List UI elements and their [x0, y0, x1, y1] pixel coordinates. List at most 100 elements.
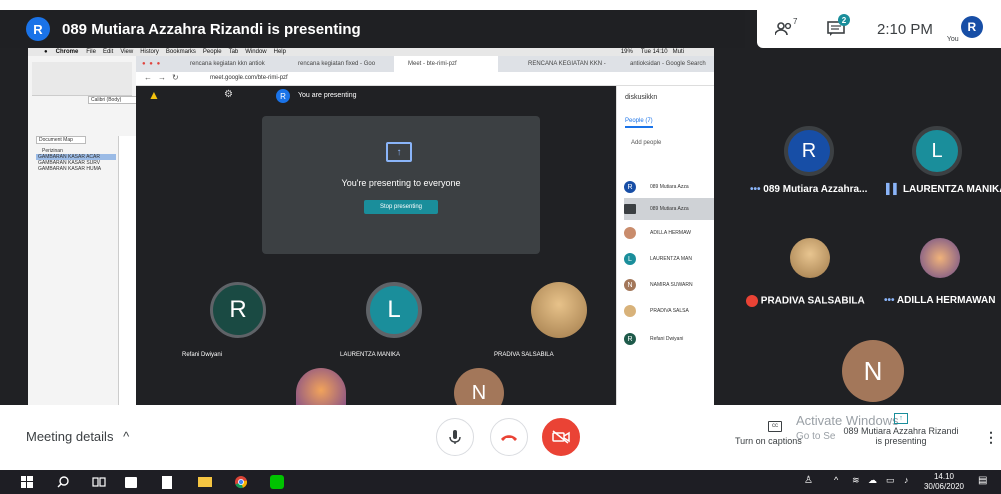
menu-item[interactable]: People: [203, 49, 222, 55]
forward-icon[interactable]: →: [158, 73, 166, 82]
presenter-name: 089 Mutiara Azzahra Rizandi: [843, 426, 959, 436]
inner-tile-photo: [531, 282, 587, 338]
doc-map-item[interactable]: GAMBARAN KASAR HUMA: [36, 166, 116, 172]
inner-presenting-avatar: R: [276, 89, 290, 103]
windows-start-icon[interactable]: [18, 473, 36, 491]
battery-status: 19%: [620, 49, 633, 55]
self-avatar-wrap[interactable]: R You: [947, 12, 993, 46]
apple-icon: ●: [44, 49, 48, 55]
mic-button[interactable]: [436, 418, 474, 456]
people-row-screen-icon: [624, 204, 636, 214]
chrome-icon[interactable]: [232, 473, 250, 491]
tile-name: PRADIVA SALSABILA: [746, 295, 865, 307]
menu-item[interactable]: Chrome: [56, 49, 79, 55]
windows-taskbar: ♙ ^ ≋ ☁ ▭ ♪ 14.10 30/06/2020 ▤: [0, 470, 1001, 494]
cloud-icon[interactable]: ☁: [868, 475, 877, 486]
camera-button[interactable]: [542, 418, 580, 456]
chat-badge: 2: [838, 14, 850, 26]
people-tab[interactable]: People (7): [625, 118, 653, 128]
volume-icon[interactable]: ♪: [904, 475, 909, 485]
people-list-row[interactable]: L LAURENTZA MAN: [624, 248, 714, 270]
people-row-name: 089 Mutiara Azza: [650, 184, 689, 190]
mac-menubar: ● Chrome File Edit View History Bookmark…: [28, 48, 714, 56]
tile-avatar: L: [912, 126, 962, 176]
back-icon[interactable]: ←: [144, 73, 152, 82]
inner-meet-strip: ▲ ⚙ R You are presenting: [136, 86, 616, 106]
presenter-status[interactable]: ↑ 089 Mutiara Azzahra Rizandi is present…: [836, 413, 966, 446]
chevron-up-icon: ^: [123, 429, 130, 444]
more-options-icon[interactable]: ⋮: [984, 429, 998, 446]
font-selector[interactable]: Calibri (Body): [88, 96, 138, 104]
presenting-message: You're presenting to everyone: [341, 178, 461, 188]
store-icon[interactable]: [122, 473, 140, 491]
menu-item[interactable]: Window: [245, 49, 266, 55]
more-dots-icon[interactable]: •••: [884, 295, 897, 306]
more-dots-icon[interactable]: •••: [750, 184, 763, 195]
people-list-row[interactable]: ADILLA HERMAW: [624, 222, 714, 244]
people-list-row[interactable]: R Refani Dwiyani: [624, 328, 714, 350]
menu-item[interactable]: View: [120, 49, 133, 55]
network-icon[interactable]: ≋: [852, 475, 860, 486]
add-people-button[interactable]: Add people: [631, 140, 661, 146]
menu-item[interactable]: Help: [274, 49, 286, 55]
browser-tab[interactable]: rencana kegiatan fixed - Goo: [284, 56, 390, 72]
panel-title: diskusikkn: [625, 94, 658, 101]
menu-item[interactable]: Edit: [103, 49, 113, 55]
address-bar-row: ← → ↻ meet.google.com/bte-rimi-pzf: [136, 72, 714, 86]
battery-icon[interactable]: ▭: [886, 475, 895, 486]
menu-item[interactable]: Bookmarks: [166, 49, 196, 55]
browser-tab-active[interactable]: Meet - bte-rimi-pzf: [394, 56, 498, 72]
file-explorer-icon[interactable]: [196, 473, 214, 491]
notifications-icon[interactable]: ▤: [978, 475, 987, 486]
present-icon: ↑: [894, 413, 908, 424]
thumbs-up-icon: ▲: [148, 88, 160, 102]
hang-up-icon: [501, 435, 517, 441]
browser-tab[interactable]: RENCANA KEGIATAN KKN -: [514, 56, 614, 72]
traffic-lights: ● ● ●: [142, 61, 162, 67]
tile-photo: [790, 238, 830, 278]
stop-presenting-button[interactable]: Stop presenting: [364, 200, 438, 214]
shared-screen: ● Chrome File Edit View History Bookmark…: [28, 48, 714, 405]
mac-clock: Tue 14:10: [640, 49, 668, 55]
people-list-row[interactable]: N NAMIRA SUWARN: [624, 274, 714, 296]
presenter-status-label: is presenting: [875, 436, 927, 446]
menu-item[interactable]: Tab: [229, 49, 239, 55]
url-input[interactable]: meet.google.com/bte-rimi-pzf: [210, 75, 288, 81]
people-tray-icon[interactable]: ♙: [804, 475, 813, 486]
tile-name: ••• ADILLA HERMAWAN: [884, 295, 996, 306]
menu-item[interactable]: History: [140, 49, 159, 55]
line-app-icon[interactable]: [268, 473, 286, 491]
tray-chevron-icon[interactable]: ^: [834, 475, 838, 485]
people-row-avatar: N: [624, 279, 636, 291]
people-panel: diskusikkn People (7) Add people: [616, 86, 714, 405]
tile-name: ▌▌ LAURENTZA MANIKA: [886, 184, 1001, 195]
gear-icon[interactable]: ⚙: [224, 89, 233, 100]
people-list-row[interactable]: R 089 Mutiara Azza: [624, 176, 714, 198]
inner-tile-avatar: L: [366, 282, 422, 338]
search-icon[interactable]: [54, 473, 72, 491]
people-button[interactable]: 7: [775, 17, 801, 41]
mic-muted-icon: [746, 295, 758, 307]
doc-map-selector[interactable]: Document Map: [36, 136, 86, 144]
file-icon[interactable]: [158, 473, 176, 491]
meeting-details-button[interactable]: Meeting details ^: [26, 429, 129, 444]
chat-button[interactable]: 2: [827, 14, 853, 41]
present-screen-icon: ↑: [386, 142, 412, 162]
leave-call-button[interactable]: [490, 418, 528, 456]
people-row-name: LAURENTZA MAN: [650, 256, 692, 262]
browser-tab[interactable]: rencana kegiatan kkn antiok: [176, 56, 280, 72]
people-row-name: PRADIVA SALSA: [650, 308, 689, 314]
tile-avatar: N: [842, 340, 904, 402]
browser-tab[interactable]: antioksidan - Google Search: [616, 56, 714, 72]
presenter-title: 089 Mutiara Azzahra Rizandi is presentin…: [62, 20, 361, 38]
people-list-row[interactable]: 089 Mutiara Azza: [624, 198, 714, 220]
document-page: [118, 136, 138, 405]
menu-item[interactable]: File: [86, 49, 96, 55]
taskbar-clock[interactable]: 14.10 30/06/2020: [922, 472, 966, 492]
people-list-row[interactable]: PRADIVA SALSA: [624, 300, 714, 322]
task-view-icon[interactable]: [90, 473, 108, 491]
captions-button[interactable]: cc Turn on captions: [735, 421, 815, 446]
clock-time: 2:10 PM: [877, 20, 933, 38]
people-row-name: NAMIRA SUWARN: [650, 282, 693, 288]
reload-icon[interactable]: ↻: [172, 73, 179, 82]
